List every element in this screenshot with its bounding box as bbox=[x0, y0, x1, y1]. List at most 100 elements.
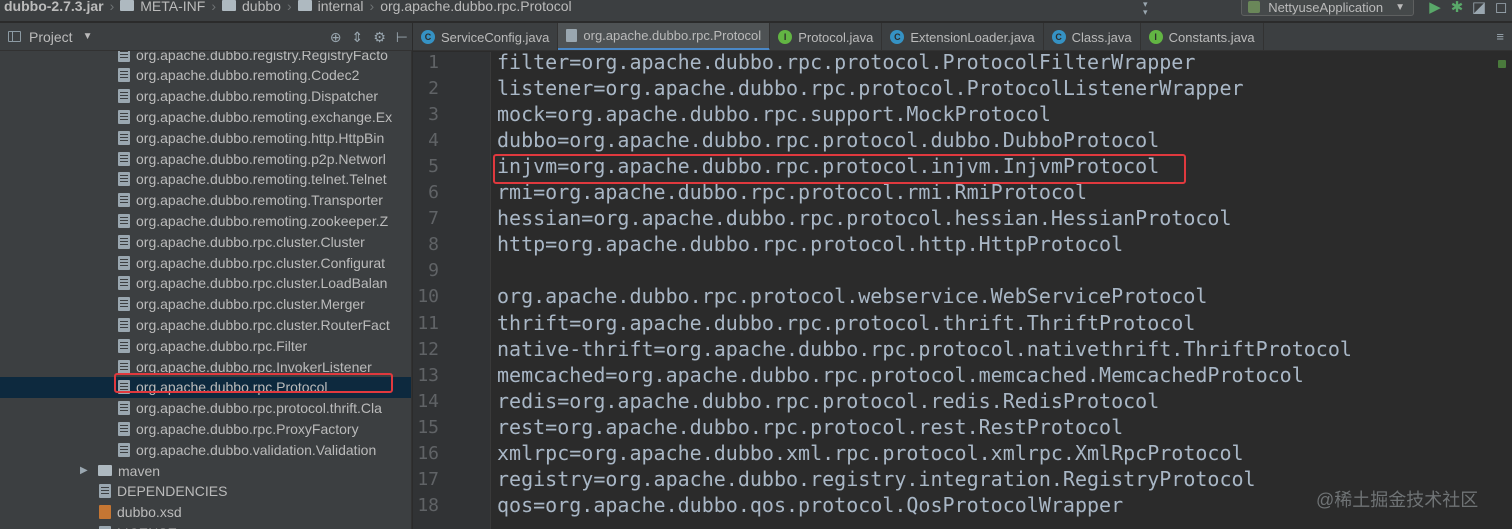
tree-item-label: org.apache.dubbo.remoting.zookeeper.Z bbox=[136, 212, 389, 229]
tree-item[interactable]: org.apache.dubbo.rpc.cluster.LoadBalan bbox=[0, 273, 411, 294]
tree-item[interactable]: org.apache.dubbo.registry.RegistryFacto bbox=[0, 51, 411, 65]
expand-arrow-icon[interactable]: ▶ bbox=[80, 465, 92, 476]
tab-label: Constants.java bbox=[1168, 29, 1255, 45]
text-file-icon bbox=[118, 51, 130, 62]
code-line: hessian=org.apache.dubbo.rpc.protocol.he… bbox=[497, 206, 1232, 231]
tab-label: ServiceConfig.java bbox=[441, 29, 550, 45]
text-file-icon bbox=[118, 130, 130, 145]
tree-item[interactable]: org.apache.dubbo.remoting.p2p.Networl bbox=[0, 148, 411, 169]
breadcrumb-dubbo[interactable]: dubbo bbox=[222, 0, 281, 17]
tree-item[interactable]: org.apache.dubbo.rpc.cluster.Configurat bbox=[0, 252, 411, 273]
text-file-icon bbox=[118, 276, 130, 291]
text-file-icon bbox=[118, 297, 130, 312]
tree-item-label: org.apache.dubbo.remoting.Transporter bbox=[136, 192, 383, 209]
xsd-file-icon bbox=[99, 505, 111, 520]
sort-icon[interactable]: ▾ ▾ bbox=[1143, 0, 1148, 17]
tree-item[interactable]: org.apache.dubbo.rpc.Filter bbox=[0, 335, 411, 356]
tree-item[interactable]: org.apache.dubbo.validation.Validation bbox=[0, 439, 411, 460]
highlight-box-injvm bbox=[493, 154, 1186, 184]
debug-icon[interactable]: ✱ bbox=[1446, 0, 1468, 16]
text-file-icon bbox=[118, 234, 130, 249]
tab-list-icon[interactable]: ≡ bbox=[1496, 29, 1504, 44]
gear-icon[interactable]: ⚙ bbox=[373, 29, 386, 46]
line-number: 12 bbox=[417, 338, 439, 360]
tree-item[interactable]: ▶ maven bbox=[0, 460, 411, 481]
tree-item[interactable]: org.apache.dubbo.remoting.Codec2 bbox=[0, 65, 411, 86]
code-line: filter=org.apache.dubbo.rpc.protocol.Pro… bbox=[497, 50, 1196, 74]
run-configuration-select[interactable]: NettyuseApplication ▼ bbox=[1241, 0, 1414, 16]
project-view-selector[interactable]: Project ▼ bbox=[0, 29, 92, 45]
code-line: native-thrift=org.apache.dubbo.rpc.proto… bbox=[497, 336, 1352, 361]
chevron-down-icon: ▼ bbox=[1395, 1, 1405, 13]
watermark: @稀土掘金技术社区 bbox=[1316, 490, 1479, 510]
tree-item[interactable]: LICENSE bbox=[0, 522, 411, 529]
breadcrumb-meta-inf[interactable]: META-INF bbox=[120, 0, 205, 17]
breadcrumb-internal[interactable]: internal bbox=[297, 0, 364, 17]
navigation-bar: dubbo-2.7.3.jar › META-INF › dubbo › int… bbox=[0, 0, 1512, 22]
line-number: 17 bbox=[417, 468, 439, 490]
tree-item[interactable]: org.apache.dubbo.rpc.ProxyFactory bbox=[0, 418, 411, 439]
text-file-icon bbox=[118, 421, 130, 436]
editor-tab[interactable]: C ServiceConfig.java bbox=[413, 23, 559, 50]
code-line: dubbo=org.apache.dubbo.rpc.protocol.dubb… bbox=[497, 128, 1160, 153]
tree-item[interactable]: org.apache.dubbo.remoting.http.HttpBin bbox=[0, 127, 411, 148]
line-number: 3 bbox=[428, 104, 439, 126]
tree-item-label: org.apache.dubbo.rpc.ProxyFactory bbox=[136, 420, 359, 437]
folder-icon bbox=[297, 0, 312, 11]
tree-item[interactable]: org.apache.dubbo.rpc.cluster.Merger bbox=[0, 294, 411, 315]
tree-item[interactable]: org.apache.dubbo.remoting.exchange.Ex bbox=[0, 106, 411, 127]
line-number: 9 bbox=[428, 260, 439, 282]
tree-item[interactable]: DEPENDENCIES bbox=[0, 481, 411, 502]
tree-item-label: org.apache.dubbo.rpc.protocol.thrift.Cla bbox=[136, 400, 382, 417]
editor-tab[interactable]: org.apache.dubbo.rpc.Protocol bbox=[558, 23, 771, 50]
tree-item[interactable]: dubbo.xsd bbox=[0, 502, 411, 523]
text-file-icon bbox=[118, 338, 130, 353]
tree-item[interactable]: org.apache.dubbo.remoting.telnet.Telnet bbox=[0, 169, 411, 190]
editor-tab[interactable]: C Class.java bbox=[1044, 23, 1141, 50]
editor-tab[interactable]: C ExtensionLoader.java bbox=[882, 23, 1044, 50]
line-number: 7 bbox=[428, 208, 439, 230]
chevron-down-icon: ▼ bbox=[82, 31, 93, 42]
line-number: 14 bbox=[417, 390, 439, 412]
breadcrumb-separator: › bbox=[369, 0, 375, 14]
line-number: 18 bbox=[417, 494, 439, 516]
editor-tab[interactable]: I Protocol.java bbox=[770, 23, 883, 50]
coverage-icon[interactable]: ◪ bbox=[1468, 0, 1490, 16]
locate-icon[interactable]: ⊕ bbox=[330, 29, 342, 46]
tree-item[interactable]: org.apache.dubbo.remoting.Transporter bbox=[0, 190, 411, 211]
code-line: mock=org.apache.dubbo.rpc.support.MockPr… bbox=[497, 102, 1051, 127]
tree-item-label: LICENSE bbox=[117, 525, 177, 529]
project-panel-header: Project ▼ ⊕ ⇕ ⚙ ⊢ bbox=[0, 23, 412, 51]
line-number: 16 bbox=[417, 442, 439, 464]
hide-icon[interactable]: ⊢ bbox=[396, 29, 408, 46]
tree-item[interactable]: org.apache.dubbo.rpc.protocol.thrift.Cla bbox=[0, 398, 411, 419]
tree-item-label: org.apache.dubbo.rpc.cluster.RouterFact bbox=[136, 316, 390, 333]
tree-item[interactable]: org.apache.dubbo.remoting.Dispatcher bbox=[0, 86, 411, 107]
stop-icon[interactable]: ◻ bbox=[1490, 0, 1512, 16]
collapse-icon[interactable]: ⇕ bbox=[352, 29, 364, 46]
tree-item[interactable]: org.apache.dubbo.rpc.cluster.RouterFact bbox=[0, 314, 411, 335]
tree-item[interactable]: org.apache.dubbo.remoting.zookeeper.Z bbox=[0, 210, 411, 231]
tree-item[interactable]: org.apache.dubbo.rpc.cluster.Cluster bbox=[0, 231, 411, 252]
text-file-icon bbox=[118, 255, 130, 270]
breadcrumb-jar[interactable]: dubbo-2.7.3.jar bbox=[0, 0, 104, 17]
editor-tab[interactable]: I Constants.java bbox=[1141, 23, 1264, 50]
code-line: redis=org.apache.dubbo.rpc.protocol.redi… bbox=[497, 388, 1160, 413]
run-icon[interactable]: ▶ bbox=[1424, 0, 1446, 16]
project-icon bbox=[8, 31, 21, 42]
editor-tabs: C ServiceConfig.java org.apache.dubbo.rpc.… bbox=[413, 23, 1512, 51]
text-file-icon bbox=[118, 89, 130, 104]
tree-item-label: org.apache.dubbo.rpc.cluster.Configurat bbox=[136, 254, 386, 271]
tab-label: Protocol.java bbox=[798, 29, 874, 45]
breadcrumb-file[interactable]: org.apache.dubbo.rpc.Protocol bbox=[380, 0, 571, 17]
text-file-icon bbox=[118, 68, 130, 83]
tree-item-label: org.apache.dubbo.registry.RegistryFacto bbox=[136, 51, 388, 63]
run-toolbar: NettyuseApplication ▼ ▶ ✱ ◪ ◻ bbox=[1241, 0, 1512, 21]
text-file-icon bbox=[118, 109, 130, 124]
line-number: 4 bbox=[428, 130, 439, 152]
code-line: xmlrpc=org.apache.dubbo.xml.rpc.protocol… bbox=[497, 440, 1244, 465]
tree-item-label: maven bbox=[118, 462, 161, 479]
inspection-status-icon[interactable] bbox=[1498, 60, 1506, 68]
code-line: listener=org.apache.dubbo.rpc.protocol.P… bbox=[497, 76, 1244, 101]
text-file-icon bbox=[118, 151, 130, 166]
